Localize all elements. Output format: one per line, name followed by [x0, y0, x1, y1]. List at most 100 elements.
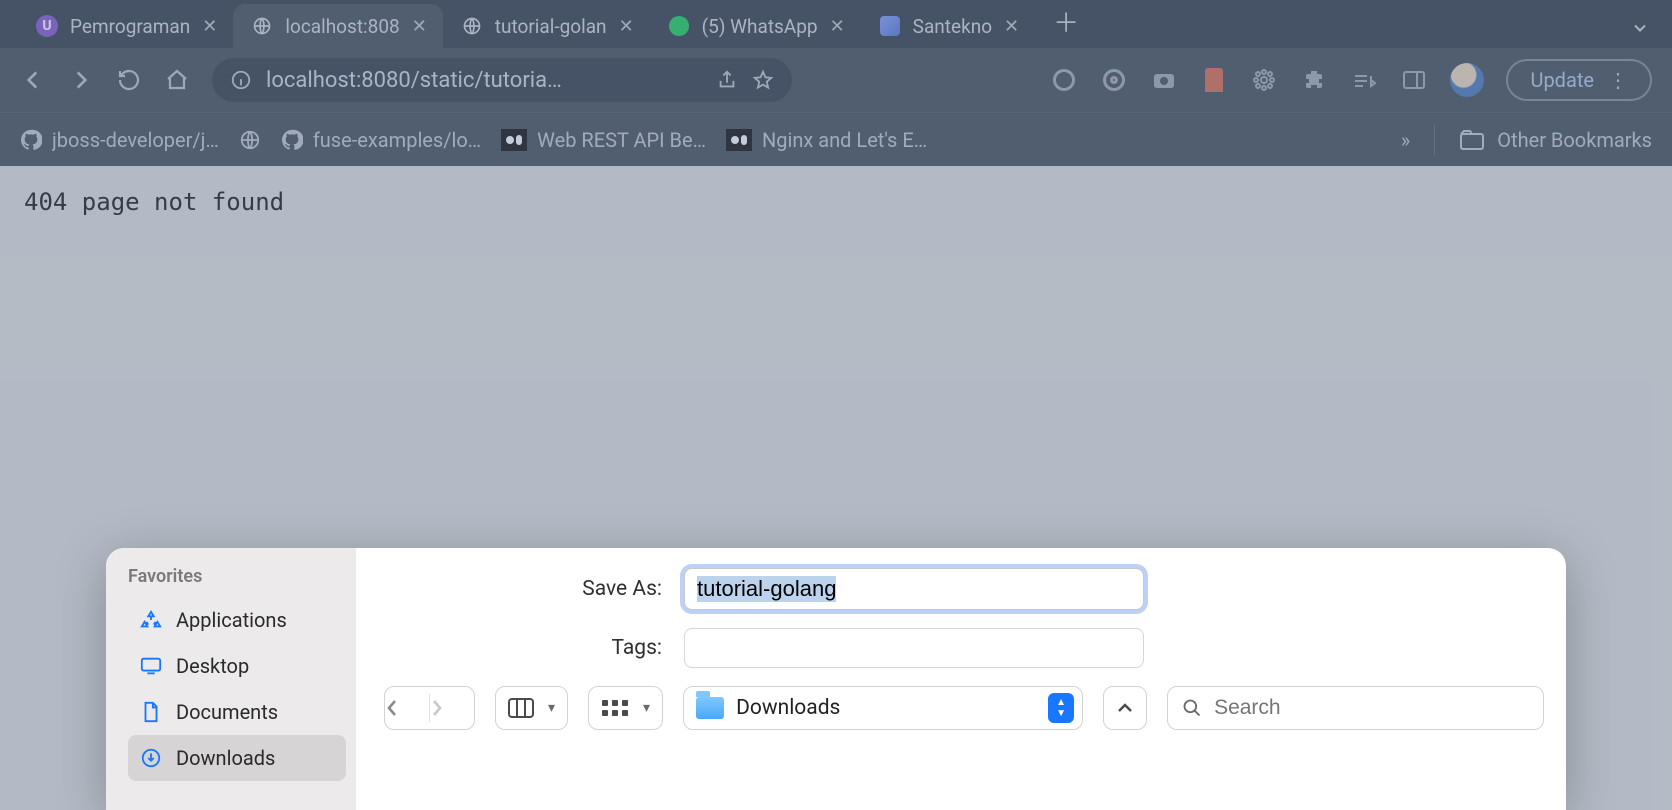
sidebar-item-label: Applications — [176, 608, 287, 632]
medium-icon — [726, 129, 752, 151]
bookmark-overflow[interactable]: » — [1401, 128, 1410, 152]
page-text: 404 page not found — [24, 188, 284, 216]
medium-icon — [501, 129, 527, 151]
bookmark-label: Web REST API Be… — [537, 128, 706, 152]
site-info-icon[interactable] — [230, 69, 252, 91]
search-icon — [1182, 698, 1202, 718]
dialog-sidebar: Favorites Applications Desktop Documents — [106, 548, 356, 810]
location-toolbar: ▾ ▾ Downloads ▲▼ — [384, 686, 1544, 730]
share-icon[interactable] — [716, 69, 738, 91]
updown-stepper-icon: ▲▼ — [1048, 693, 1074, 723]
bookmark-label: fuse-examples/lo… — [313, 128, 481, 152]
tags-label: Tags: — [384, 636, 684, 660]
url-text: localhost:8080/static/tutoria… — [266, 68, 702, 93]
close-icon[interactable]: ✕ — [202, 16, 217, 37]
browser-tab[interactable]: localhost:808 ✕ — [233, 4, 442, 48]
sidebar-item-label: Documents — [176, 700, 278, 724]
expand-up-button[interactable] — [1103, 686, 1147, 730]
group-mode-button[interactable]: ▾ — [588, 686, 663, 730]
dialog-main: Save As: Tags: — [356, 548, 1566, 810]
browser-tab[interactable]: U Pemrograman ✕ — [18, 4, 233, 48]
tab-list-button[interactable] — [1630, 18, 1650, 38]
view-mode-button[interactable]: ▾ — [495, 686, 568, 730]
update-button[interactable]: Update ⋮ — [1506, 59, 1652, 101]
extensions-button[interactable] — [1300, 66, 1328, 94]
tab-favicon — [879, 15, 901, 37]
other-bookmarks-button[interactable]: Other Bookmarks — [1459, 128, 1652, 152]
sidebar-item-downloads[interactable]: Downloads — [128, 735, 346, 781]
browser-tab[interactable]: Santekno ✕ — [861, 4, 1035, 48]
chevron-down-icon: ▾ — [548, 700, 555, 716]
bookmark-item[interactable]: Nginx and Let's E… — [726, 128, 927, 152]
close-icon[interactable]: ✕ — [412, 16, 427, 37]
kebab-menu-icon[interactable]: ⋮ — [1608, 68, 1628, 92]
extension-icon[interactable] — [1200, 66, 1228, 94]
other-bookmarks-label: Other Bookmarks — [1497, 128, 1652, 152]
close-icon[interactable]: ✕ — [1004, 16, 1019, 37]
extension-icon[interactable] — [1150, 66, 1178, 94]
bookmark-item[interactable]: Web REST API Be… — [501, 128, 706, 152]
nav-forward-button[interactable] — [430, 687, 474, 729]
browser-toolbar: localhost:8080/static/tutoria… Update ⋮ — [0, 48, 1672, 112]
bookmarks-bar: jboss-developer/j… fuse-examples/lo… Web… — [0, 112, 1672, 166]
extension-icon[interactable] — [1250, 66, 1278, 94]
separator — [1434, 124, 1435, 156]
tab-title: localhost:808 — [285, 15, 399, 38]
tab-title: Pemrograman — [70, 15, 190, 38]
reload-button[interactable] — [116, 67, 142, 93]
new-tab-button[interactable]: ＋ — [1053, 3, 1079, 40]
sidebar-item-label: Downloads — [176, 746, 275, 770]
chevron-down-icon: ▾ — [643, 700, 650, 716]
close-icon[interactable]: ✕ — [830, 16, 845, 37]
sidebar-item-desktop[interactable]: Desktop — [128, 643, 346, 689]
save-as-label: Save As: — [384, 577, 684, 601]
tab-favicon: U — [36, 15, 58, 37]
close-icon[interactable]: ✕ — [619, 16, 634, 37]
sidebar-item-documents[interactable]: Documents — [128, 689, 346, 735]
location-dropdown[interactable]: Downloads ▲▼ — [683, 686, 1083, 730]
tab-favicon — [461, 15, 483, 37]
browser-tab[interactable]: tutorial-golan ✕ — [443, 4, 650, 48]
profile-avatar[interactable] — [1450, 63, 1484, 97]
document-icon — [140, 701, 162, 723]
tab-favicon — [668, 15, 690, 37]
extension-icon[interactable] — [1100, 66, 1128, 94]
nav-back-button[interactable] — [385, 687, 429, 729]
browser-tab[interactable]: (5) WhatsApp ✕ — [650, 4, 861, 48]
bookmark-label: jboss-developer/j… — [52, 128, 219, 152]
back-button[interactable] — [20, 67, 46, 93]
home-button[interactable] — [164, 67, 190, 93]
save-file-dialog: Favorites Applications Desktop Documents — [106, 548, 1566, 810]
desktop-icon — [140, 655, 162, 677]
sidebar-item-label: Desktop — [176, 654, 249, 678]
location-label: Downloads — [736, 696, 840, 720]
tab-title: Santekno — [913, 15, 992, 38]
save-as-input[interactable] — [684, 568, 1144, 610]
bookmark-label: Nginx and Let's E… — [762, 128, 927, 152]
applications-icon — [140, 609, 162, 631]
bookmark-item[interactable]: fuse-examples/lo… — [281, 128, 481, 152]
browser-tab-bar: U Pemrograman ✕ localhost:808 ✕ tutorial… — [0, 0, 1672, 48]
folder-icon — [696, 697, 724, 719]
bookmark-star-icon[interactable] — [752, 69, 774, 91]
sidebar-item-applications[interactable]: Applications — [128, 597, 346, 643]
dialog-search-input[interactable] — [1214, 696, 1529, 720]
nav-back-forward — [384, 686, 475, 730]
grid-icon — [601, 698, 629, 718]
download-icon — [140, 747, 162, 769]
bookmark-item[interactable]: jboss-developer/j… — [20, 128, 219, 152]
favorites-header: Favorites — [128, 566, 346, 587]
media-control-icon[interactable] — [1350, 66, 1378, 94]
side-panel-icon[interactable] — [1400, 66, 1428, 94]
update-label: Update — [1530, 68, 1594, 92]
columns-icon — [508, 698, 534, 718]
tab-title: (5) WhatsApp — [702, 15, 818, 38]
extension-icon[interactable] — [1050, 66, 1078, 94]
tab-favicon — [251, 15, 273, 37]
bookmark-item[interactable] — [239, 129, 261, 151]
address-bar[interactable]: localhost:8080/static/tutoria… — [212, 58, 792, 102]
forward-button[interactable] — [68, 67, 94, 93]
tags-input[interactable] — [684, 628, 1144, 668]
tab-title: tutorial-golan — [495, 15, 607, 38]
dialog-search-field[interactable] — [1167, 686, 1544, 730]
